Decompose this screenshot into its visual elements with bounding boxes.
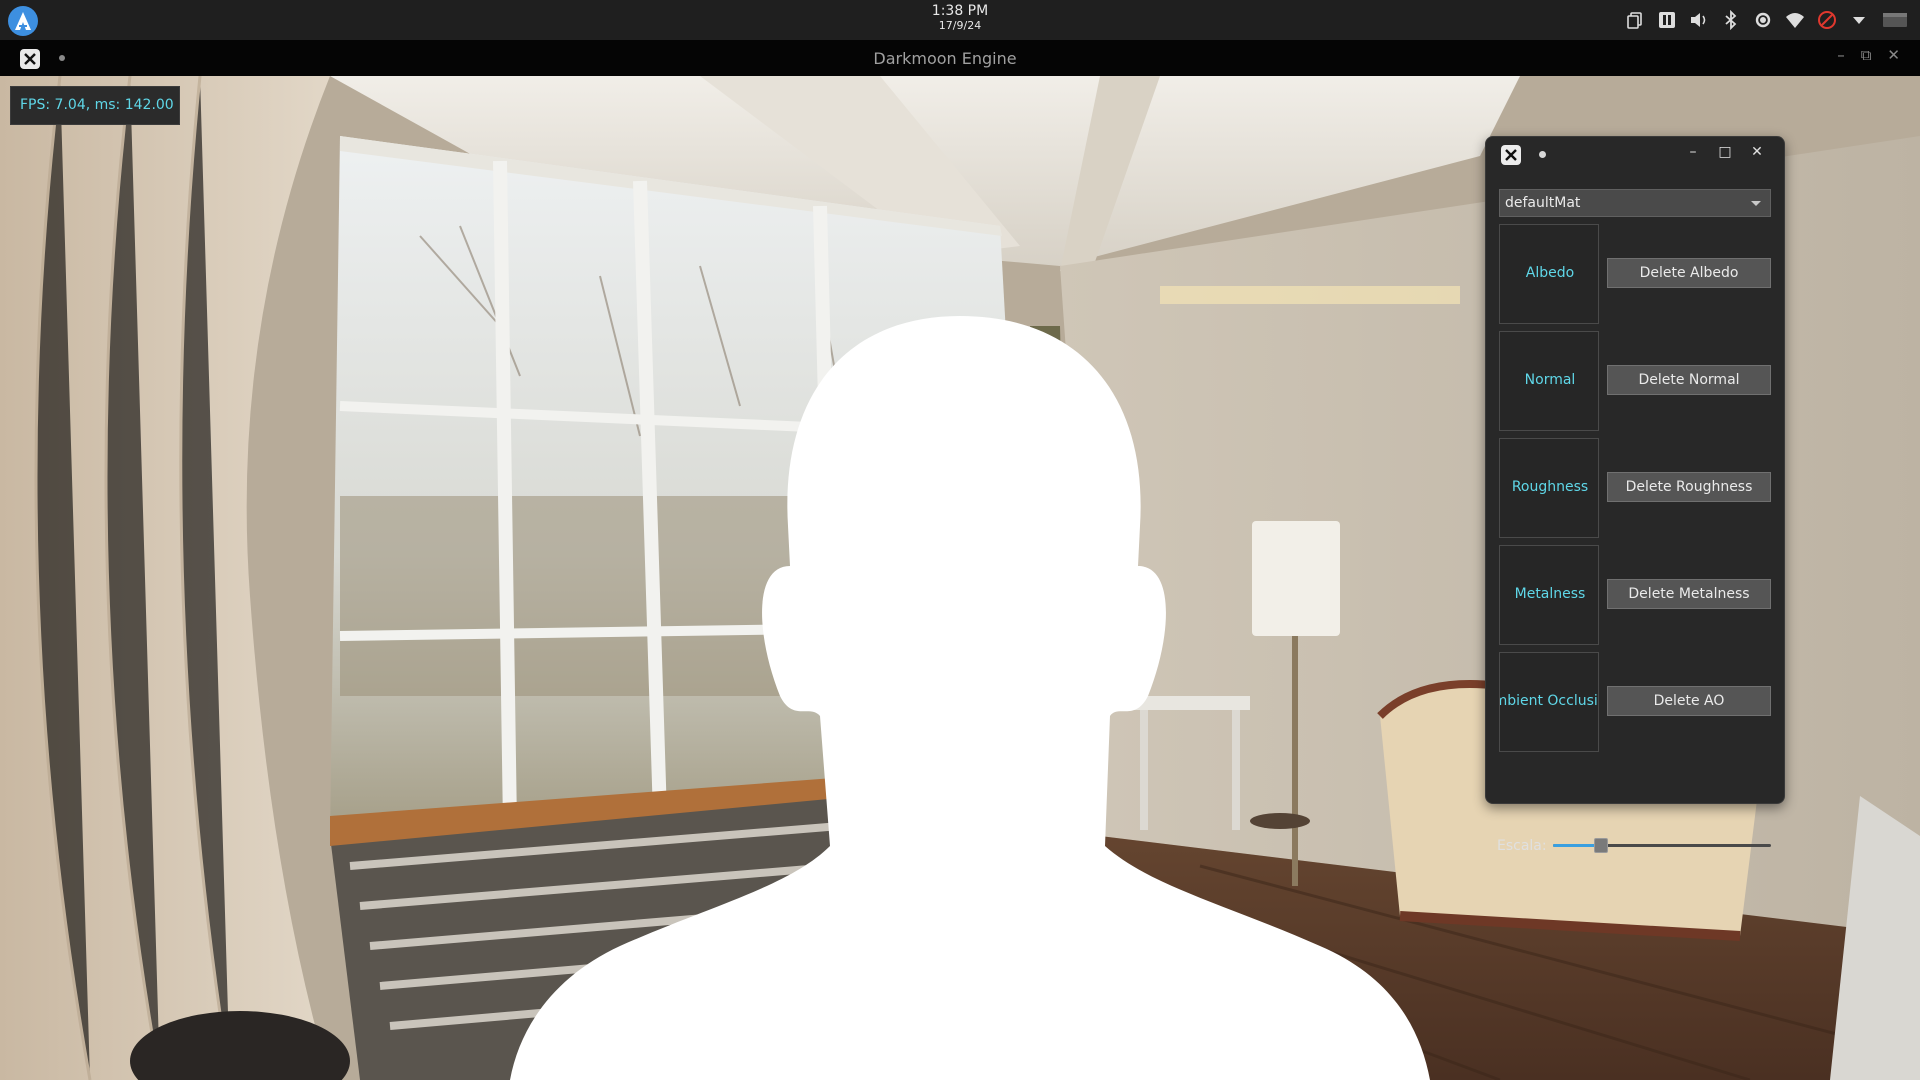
clock[interactable]: 1:38 PM 17/9/24 xyxy=(910,4,1010,31)
texture-row-albedo: Albedo Delete Albedo xyxy=(1499,224,1771,324)
wifi-icon[interactable] xyxy=(1784,8,1806,32)
slot-label: Normal xyxy=(1524,372,1576,388)
restore-icon[interactable]: ⧉ xyxy=(1861,46,1872,64)
menu-chevron-icon[interactable] xyxy=(1848,8,1870,32)
panel-minimize-icon[interactable]: – xyxy=(1684,144,1702,160)
delete-metalness-button[interactable]: Delete Metalness xyxy=(1607,579,1771,609)
metalness-texture-slot[interactable]: Metalness xyxy=(1499,545,1599,645)
render-viewport[interactable]: FPS: 7.04, ms: 142.00 – □ ✕ defaultMat A… xyxy=(0,76,1920,1080)
texture-row-ao: Ambient Occlusion Delete AO xyxy=(1499,652,1771,752)
texture-row-normal: Normal Delete Normal xyxy=(1499,331,1771,431)
window-title: Darkmoon Engine xyxy=(873,49,1017,68)
slot-label: Ambient Occlusion xyxy=(1500,693,1598,709)
minimize-icon[interactable]: – xyxy=(1837,46,1845,64)
slot-label: Metalness xyxy=(1514,586,1586,602)
bluetooth-icon[interactable] xyxy=(1720,8,1742,32)
window-switcher-icon[interactable] xyxy=(1880,8,1910,32)
texture-row-roughness: Roughness Delete Roughness xyxy=(1499,438,1771,538)
scale-slider[interactable] xyxy=(1553,838,1771,854)
panel-close-x-icon[interactable]: ✕ xyxy=(1748,144,1766,160)
panel-window-controls: – □ ✕ xyxy=(1684,144,1766,160)
roughness-texture-slot[interactable]: Roughness xyxy=(1499,438,1599,538)
chevron-down-icon xyxy=(1751,201,1761,206)
material-panel: – □ ✕ defaultMat Albedo Delete Albedo No… xyxy=(1485,136,1785,804)
normal-texture-slot[interactable]: Normal xyxy=(1499,331,1599,431)
ao-texture-slot[interactable]: Ambient Occlusion xyxy=(1499,652,1599,752)
panel-close-icon[interactable] xyxy=(1501,145,1521,165)
window-controls: – ⧉ ✕ xyxy=(1837,46,1900,64)
panel-pin-dot-icon[interactable] xyxy=(1539,151,1546,158)
clock-time: 1:38 PM xyxy=(931,3,989,19)
clock-date: 17/9/24 xyxy=(938,19,982,32)
do-not-disturb-icon[interactable] xyxy=(1816,8,1838,32)
system-top-bar: 1:38 PM 17/9/24 xyxy=(0,0,1920,40)
panel-maximize-icon[interactable]: □ xyxy=(1716,144,1734,160)
delete-roughness-button[interactable]: Delete Roughness xyxy=(1607,472,1771,502)
close-window-icon[interactable]: ✕ xyxy=(1887,46,1900,64)
panel-header[interactable]: – □ ✕ xyxy=(1486,137,1784,171)
brightness-icon[interactable] xyxy=(1752,8,1774,32)
slider-handle[interactable] xyxy=(1593,838,1608,853)
app-launcher-icon[interactable] xyxy=(8,6,38,36)
delete-normal-button[interactable]: Delete Normal xyxy=(1607,365,1771,395)
delete-ao-button[interactable]: Delete AO xyxy=(1607,686,1771,716)
system-tray xyxy=(1624,8,1910,32)
scale-label: Escala: xyxy=(1497,838,1547,854)
material-dropdown-value: defaultMat xyxy=(1505,195,1581,211)
volume-icon[interactable] xyxy=(1688,8,1710,32)
pause-icon[interactable] xyxy=(1656,8,1678,32)
slot-label: Roughness xyxy=(1511,479,1589,495)
material-dropdown[interactable]: defaultMat xyxy=(1499,189,1771,217)
slot-label: Albedo xyxy=(1525,265,1575,281)
fps-counter: FPS: 7.04, ms: 142.00 xyxy=(10,86,180,125)
texture-row-metalness: Metalness Delete Metalness xyxy=(1499,545,1771,645)
albedo-texture-slot[interactable]: Albedo xyxy=(1499,224,1599,324)
delete-albedo-button[interactable]: Delete Albedo xyxy=(1607,258,1771,288)
clipboard-icon[interactable] xyxy=(1624,8,1646,32)
app-title-bar: Darkmoon Engine – ⧉ ✕ xyxy=(0,40,1920,76)
